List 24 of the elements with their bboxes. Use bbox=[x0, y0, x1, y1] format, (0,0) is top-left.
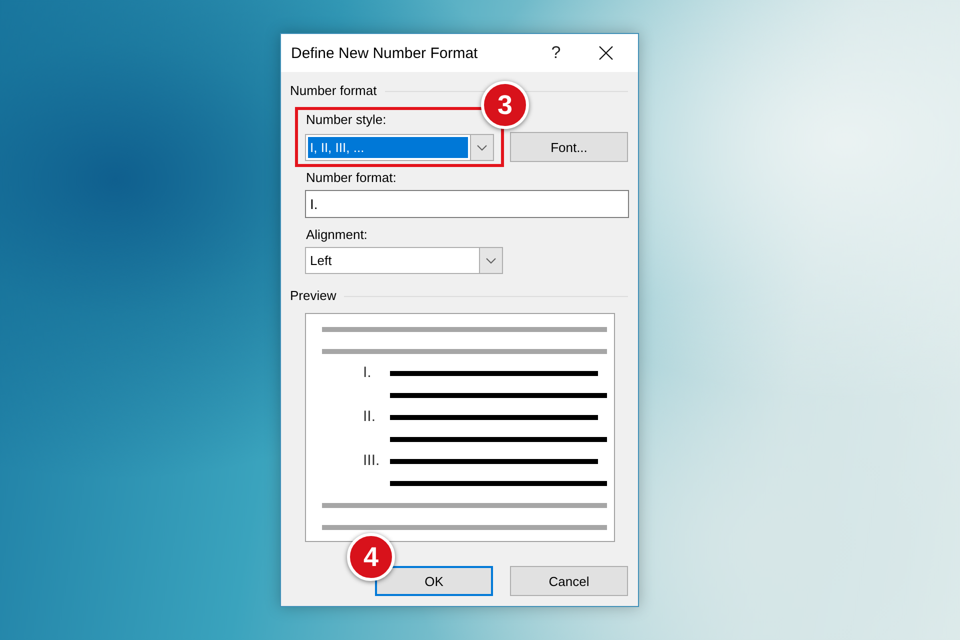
alignment-dropdown[interactable]: Left bbox=[305, 247, 503, 274]
number-style-dropdown[interactable]: I, II, III, ... bbox=[305, 134, 494, 161]
step-badge: 3 bbox=[481, 81, 529, 129]
dropdown-value: Left bbox=[309, 252, 333, 270]
list-number: I. bbox=[363, 364, 372, 382]
help-button[interactable]: ? bbox=[541, 38, 571, 68]
selected-value: I, II, III, ... bbox=[308, 137, 468, 158]
chevron-down-icon bbox=[486, 258, 496, 264]
list-number: II. bbox=[363, 408, 376, 426]
close-icon bbox=[599, 46, 613, 60]
list-number: III. bbox=[363, 452, 380, 470]
chevron-down-icon bbox=[477, 144, 487, 150]
field-label: Alignment: bbox=[305, 227, 368, 243]
font-button[interactable]: Font... bbox=[510, 132, 628, 162]
dropdown-button[interactable] bbox=[479, 248, 502, 273]
group-heading: Number format bbox=[290, 83, 377, 99]
field-label: Number style: bbox=[305, 112, 386, 128]
window-title: Define New Number Format bbox=[291, 44, 479, 62]
group-heading: Preview bbox=[290, 288, 336, 304]
dialog-button[interactable]: Cancel bbox=[510, 566, 628, 596]
number-format-field[interactable]: I. bbox=[305, 190, 629, 218]
field-label: Number format: bbox=[305, 170, 396, 186]
default-button[interactable]: OK bbox=[375, 566, 493, 596]
dropdown-button[interactable] bbox=[470, 135, 493, 160]
